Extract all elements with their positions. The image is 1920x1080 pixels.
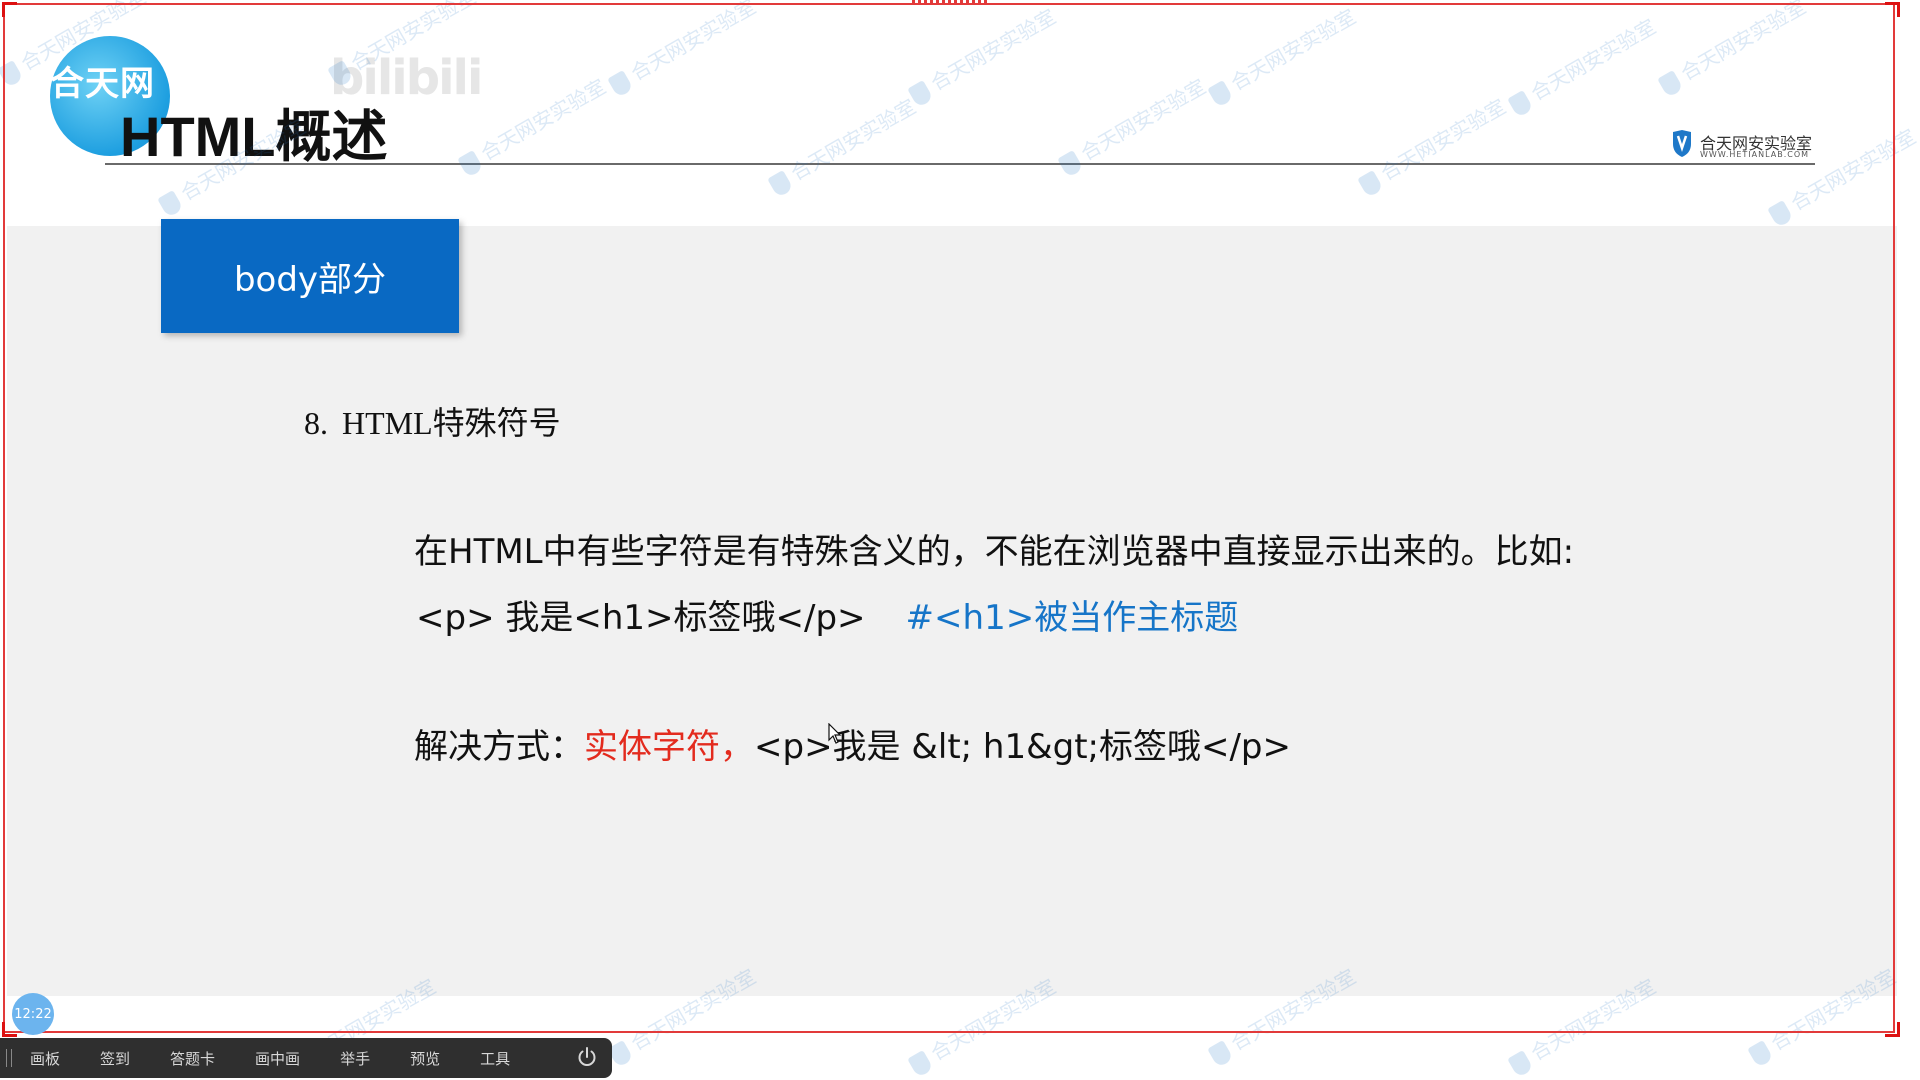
brand-url: WWW.HETIANLAB.COM (1700, 150, 1810, 159)
solution-prefix: 解决方式： (414, 727, 584, 767)
mouse-cursor-icon (828, 723, 842, 744)
example-line: <p> 我是<h1>标签哦</p> #<h1>被当作主标题 (416, 590, 1238, 639)
heading-number: 8. (304, 405, 328, 441)
frame-top-handle[interactable] (912, 0, 988, 4)
heading-text: HTML特殊符号 (342, 405, 561, 441)
frame-corner (1885, 1022, 1900, 1037)
example-code: <p> 我是<h1>标签哦</p> (416, 598, 866, 638)
brand-logo: 合天网安实验室 WWW.HETIANLAB.COM (1672, 130, 1812, 164)
section-heading: 8. HTML特殊符号 (304, 398, 561, 444)
toolbar-item-tools[interactable]: 工具 (480, 1048, 510, 1069)
power-icon[interactable] (576, 1046, 598, 1068)
example-comment: #<h1>被当作主标题 (905, 598, 1239, 638)
title-divider (105, 163, 1815, 165)
watermark-shield-icon (1206, 1039, 1234, 1068)
toolbar-item-raise-hand[interactable]: 举手 (340, 1048, 370, 1069)
slide-header: 合天网 bilibili HTML概述 合天网安实验室 WWW.HETIANLA… (0, 0, 1920, 226)
solution-line: 解决方式：实体字符，<p>我是 &lt; h1&gt;标签哦</p> (414, 719, 1291, 768)
shield-icon (1673, 130, 1691, 157)
watermark-shield-icon (1506, 1049, 1534, 1078)
section-label: body部分 (233, 259, 387, 300)
toolbar-item-preview[interactable]: 预览 (410, 1048, 440, 1069)
section-label-box: body部分 (161, 219, 459, 333)
classroom-toolbar: 画板 签到 答题卡 画中画 举手 预览 工具 (0, 1038, 612, 1078)
watermark-shield-icon (906, 1049, 934, 1078)
slide-title: HTML概述 (120, 105, 388, 168)
timer-badge: 12:22 (12, 993, 54, 1035)
solution-highlight: 实体字符， (584, 727, 754, 767)
watermark-shield-icon (1746, 1039, 1774, 1068)
frame-corner (1885, 2, 1900, 17)
toolbar-drag-handle[interactable] (6, 1049, 12, 1067)
toolbar-item-answer-card[interactable]: 答题卡 (170, 1048, 215, 1069)
description-line: 在HTML中有些字符是有特殊含义的，不能在浏览器中直接显示出来的。比如: (414, 532, 1575, 572)
frame-corner (2, 2, 17, 17)
toolbar-item-checkin[interactable]: 签到 (100, 1048, 130, 1069)
toolbar-item-picture-in-picture[interactable]: 画中画 (255, 1048, 300, 1069)
toolbar-item-whiteboard[interactable]: 画板 (30, 1048, 60, 1069)
